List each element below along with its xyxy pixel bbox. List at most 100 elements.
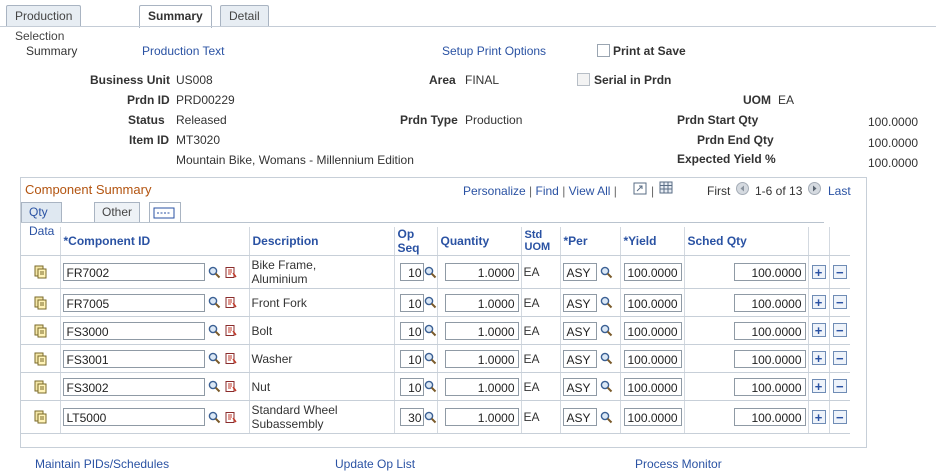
component-id-input[interactable]: FS3002 xyxy=(62,377,205,396)
component-id-input[interactable]: FS3001 xyxy=(62,349,205,368)
last-link[interactable]: Last xyxy=(828,184,851,198)
description-header[interactable]: Description xyxy=(249,227,395,256)
lookup-icon[interactable] xyxy=(600,296,613,309)
per-header[interactable]: *Per xyxy=(560,227,621,256)
lookup-icon[interactable] xyxy=(600,324,613,337)
lookup-icon[interactable] xyxy=(208,324,221,337)
history-icon[interactable] xyxy=(224,380,237,393)
history-icon[interactable] xyxy=(224,411,237,424)
sched-qty-input[interactable]: 100.0000 xyxy=(733,293,806,312)
op-seq-input[interactable]: 10 xyxy=(399,263,424,281)
delete-row-button[interactable]: − xyxy=(832,409,847,424)
per-input[interactable]: ASY xyxy=(562,321,597,340)
yield-input[interactable]: 100.0000 xyxy=(623,377,682,396)
delete-row-button[interactable]: − xyxy=(832,351,847,365)
setup-print-options-link[interactable]: Setup Print Options xyxy=(442,44,546,58)
lookup-icon[interactable] xyxy=(208,296,221,309)
print-at-save-checkbox[interactable] xyxy=(597,44,610,57)
add-row-button[interactable]: + xyxy=(811,323,826,337)
lookup-icon[interactable] xyxy=(424,380,437,393)
quantity-input[interactable]: 1.0000 xyxy=(444,293,519,312)
next-arrow-icon[interactable] xyxy=(808,182,821,195)
quantity-input[interactable]: 1.0000 xyxy=(444,377,519,396)
tab-summary[interactable]: Summary xyxy=(139,5,212,28)
component-id-input[interactable]: LT5000 xyxy=(62,408,205,426)
sched-qty-header[interactable]: Sched Qty xyxy=(684,227,809,256)
op-seq-header[interactable]: Op Seq xyxy=(394,227,438,256)
lookup-icon[interactable] xyxy=(600,380,613,393)
lookup-icon[interactable] xyxy=(424,324,437,337)
component-id-input[interactable]: FR7005 xyxy=(62,293,205,312)
lookup-icon[interactable] xyxy=(600,352,613,365)
component-details-icon[interactable] xyxy=(33,296,47,310)
lookup-icon[interactable] xyxy=(208,411,221,424)
tab-qty-data[interactable]: Qty Data xyxy=(21,202,63,238)
component-details-icon[interactable] xyxy=(33,265,47,279)
quantity-input[interactable]: 1.0000 xyxy=(444,408,519,426)
process-monitor-link[interactable]: Process Monitor xyxy=(635,457,722,471)
yield-input[interactable]: 100.0000 xyxy=(623,408,682,426)
download-grid-icon[interactable] xyxy=(659,181,674,195)
lookup-icon[interactable] xyxy=(424,296,437,309)
sched-qty-input[interactable]: 100.0000 xyxy=(733,263,806,281)
per-input[interactable]: ASY xyxy=(562,377,597,396)
production-text-link[interactable]: Production Text xyxy=(142,44,225,58)
component-details-icon[interactable] xyxy=(33,380,47,394)
history-icon[interactable] xyxy=(224,324,237,337)
sched-qty-input[interactable]: 100.0000 xyxy=(733,377,806,396)
yield-input[interactable]: 100.0000 xyxy=(623,321,682,340)
component-details-icon[interactable] xyxy=(33,352,47,366)
add-row-button[interactable]: + xyxy=(811,409,826,424)
op-seq-input[interactable]: 10 xyxy=(399,377,424,396)
lookup-icon[interactable] xyxy=(600,266,613,279)
lookup-icon[interactable] xyxy=(424,411,437,424)
yield-header[interactable]: *Yield xyxy=(620,227,685,256)
quantity-input[interactable]: 1.0000 xyxy=(444,321,519,340)
add-row-button[interactable]: + xyxy=(811,295,826,309)
lookup-icon[interactable] xyxy=(208,352,221,365)
per-input[interactable]: ASY xyxy=(562,408,597,426)
yield-input[interactable]: 100.0000 xyxy=(623,293,682,312)
component-id-header[interactable]: *Component ID xyxy=(60,227,250,256)
sched-qty-input[interactable]: 100.0000 xyxy=(733,349,806,368)
delete-row-button[interactable]: − xyxy=(832,323,847,337)
op-seq-input[interactable]: 10 xyxy=(399,293,424,312)
update-op-list-link[interactable]: Update Op List xyxy=(335,457,415,471)
maintain-pids-link[interactable]: Maintain PIDs/Schedules xyxy=(35,457,169,471)
history-icon[interactable] xyxy=(224,266,237,279)
component-details-icon[interactable] xyxy=(33,324,47,338)
lookup-icon[interactable] xyxy=(208,266,221,279)
yield-input[interactable]: 100.0000 xyxy=(623,263,682,281)
add-row-button[interactable]: + xyxy=(811,351,826,365)
tab-other[interactable]: Other xyxy=(94,202,141,222)
lookup-icon[interactable] xyxy=(600,411,613,424)
quantity-header[interactable]: Quantity xyxy=(437,227,522,256)
add-row-button[interactable]: + xyxy=(811,379,826,393)
sched-qty-input[interactable]: 100.0000 xyxy=(733,321,806,340)
component-id-input[interactable]: FS3000 xyxy=(62,321,205,340)
yield-input[interactable]: 100.0000 xyxy=(623,349,682,368)
component-id-input[interactable]: FR7002 xyxy=(62,263,205,281)
add-row-button[interactable]: + xyxy=(811,264,826,279)
history-icon[interactable] xyxy=(224,296,237,309)
tab-production-selection[interactable]: Production Selection xyxy=(6,5,82,43)
op-seq-input[interactable]: 10 xyxy=(399,321,424,340)
show-all-columns-tab[interactable] xyxy=(149,202,181,222)
per-input[interactable]: ASY xyxy=(562,293,597,312)
tab-detail[interactable]: Detail xyxy=(220,5,269,26)
lookup-icon[interactable] xyxy=(208,380,221,393)
std-uom-header[interactable]: Std UOM xyxy=(521,227,561,256)
per-input[interactable]: ASY xyxy=(562,349,597,368)
lookup-icon[interactable] xyxy=(424,352,437,365)
sched-qty-input[interactable]: 100.0000 xyxy=(733,408,806,426)
delete-row-button[interactable]: − xyxy=(832,379,847,393)
delete-row-button[interactable]: − xyxy=(832,295,847,309)
op-seq-input[interactable]: 30 xyxy=(399,408,424,426)
delete-row-button[interactable]: − xyxy=(832,264,847,279)
lookup-icon[interactable] xyxy=(424,266,437,279)
view-all-link[interactable]: View All xyxy=(569,184,611,198)
quantity-input[interactable]: 1.0000 xyxy=(444,349,519,368)
personalize-link[interactable]: Personalize xyxy=(463,184,526,198)
find-link[interactable]: Find xyxy=(536,184,559,198)
op-seq-input[interactable]: 10 xyxy=(399,349,424,368)
